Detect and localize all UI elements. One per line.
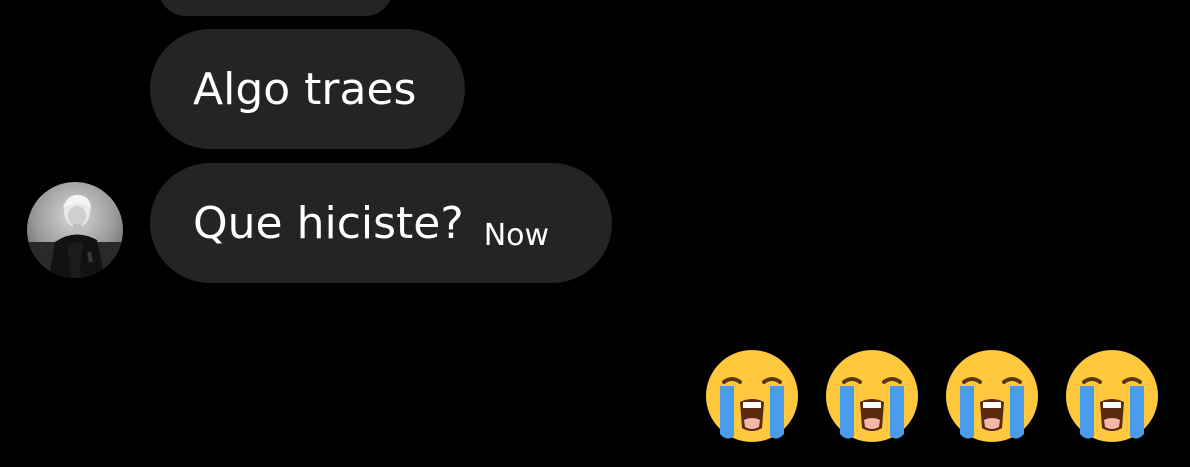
message-timestamp: Now [483,217,550,253]
message-text: Que hiciste? [193,197,464,249]
message-bubble-previous[interactable] [158,0,393,16]
avatar[interactable] [27,182,123,278]
loudly-crying-face-icon[interactable] [1062,346,1162,446]
avatar-photo [27,182,123,278]
loudly-crying-face-icon[interactable] [822,346,922,446]
loudly-crying-face-icon[interactable] [942,346,1042,446]
message-bubble[interactable]: Que hiciste? Now [150,163,612,283]
message-text: Algo traes [193,63,417,115]
message-bubble[interactable]: Algo traes [150,29,465,149]
loudly-crying-face-icon[interactable] [702,346,802,446]
